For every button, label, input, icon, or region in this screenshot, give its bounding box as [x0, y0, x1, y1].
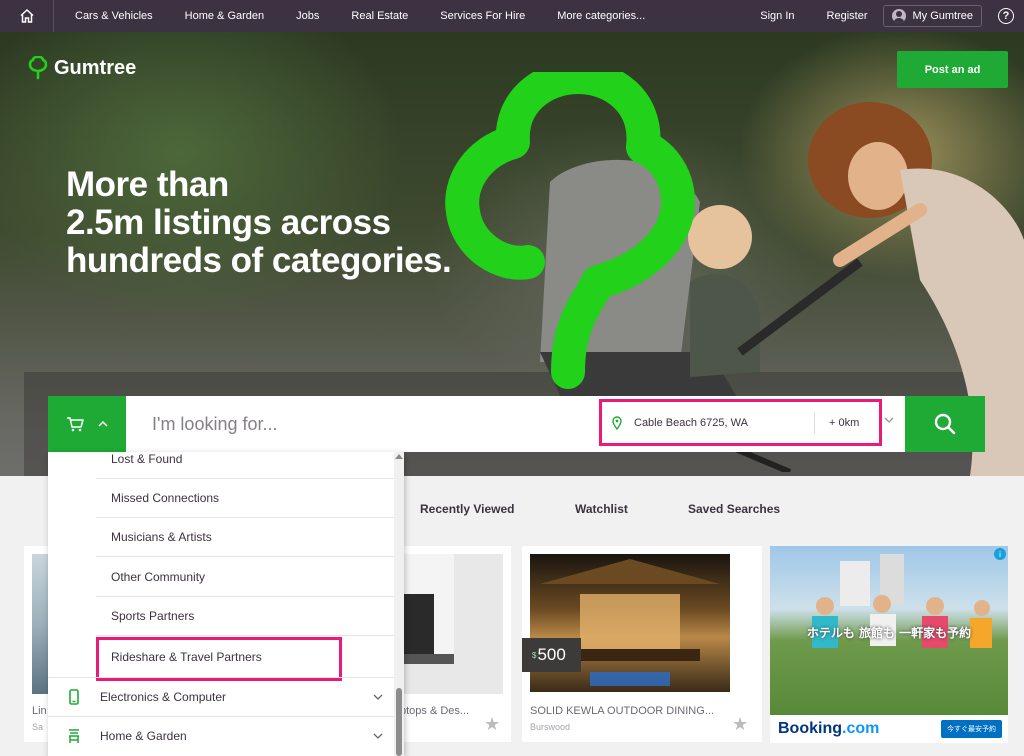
category-selector-button[interactable]	[48, 396, 126, 452]
category-electronics-computer[interactable]: Electronics & Computer	[48, 677, 394, 716]
category-label: Electronics & Computer	[100, 690, 227, 704]
listing-card-3[interactable]: $ 500 SOLID KEWLA OUTDOOR DINING... Burs…	[522, 546, 762, 742]
booking-brand-tld: .com	[842, 720, 880, 737]
listing-title: ptops & Des...	[400, 705, 470, 717]
price-tag: $ 500	[522, 638, 581, 672]
headline-line-2: 2.5m listings across	[66, 203, 391, 242]
search-bar: Cable Beach 6725, WA + 0km	[48, 396, 985, 452]
garden-chair-icon	[69, 729, 79, 743]
price-value: 500	[537, 645, 566, 664]
gumtree-logo[interactable]: Gumtree	[28, 56, 136, 80]
nav-link-jobs[interactable]: Jobs	[280, 10, 335, 22]
location-separator	[814, 411, 815, 434]
sign-in-link[interactable]: Sign In	[744, 10, 810, 22]
location-field[interactable]: Cable Beach 6725, WA + 0km	[599, 399, 882, 446]
listing-card-2[interactable]: ptops & Des... ★	[400, 546, 511, 742]
chevron-down-icon	[373, 694, 383, 700]
user-avatar-icon	[892, 9, 907, 23]
ad-footer: Booking.com 今すぐ最安予約	[770, 715, 1008, 743]
register-link[interactable]: Register	[811, 10, 876, 22]
top-nav: Cars & Vehicles Home & Garden Jobs Real …	[0, 0, 1024, 32]
headline-line-3: hundreds of categories.	[66, 241, 452, 280]
category-home-garden[interactable]: Home & Garden	[48, 716, 394, 755]
category-dropdown: Lost & Found Missed Connections Musician…	[48, 452, 404, 756]
shopping-cart-icon	[67, 417, 84, 432]
listing-image	[404, 554, 503, 694]
listing-location: Burswood	[530, 722, 571, 732]
search-icon	[934, 413, 956, 435]
my-gumtree-button[interactable]: My Gumtree	[883, 5, 982, 27]
radius-selector[interactable]: + 0km	[829, 417, 859, 429]
subcategory-missed-connections[interactable]: Missed Connections	[96, 479, 394, 518]
nav-link-more-categories[interactable]: More categories...	[541, 10, 661, 22]
watchlist-star-icon[interactable]: ★	[732, 714, 748, 735]
ad-cta-button[interactable]: 今すぐ最安予約	[941, 720, 1002, 738]
gumtree-logo-icon	[28, 56, 48, 80]
phone-icon	[69, 689, 79, 705]
tab-recently-viewed[interactable]: Recently Viewed	[420, 502, 515, 516]
listing-title: SOLID KEWLA OUTDOOR DINING...	[530, 705, 714, 717]
chevron-down-icon[interactable]	[884, 416, 894, 424]
subcategory-rideshare-travel[interactable]: Rideshare & Travel Partners	[96, 637, 394, 676]
home-icon	[19, 8, 34, 23]
chevron-down-icon	[373, 733, 383, 739]
ad-tagline: ホテルも 旅館も 一軒家も予約	[806, 626, 972, 640]
search-button[interactable]	[905, 396, 985, 452]
search-input[interactable]	[126, 396, 596, 452]
tab-saved-searches[interactable]: Saved Searches	[688, 502, 780, 516]
chevron-up-icon	[98, 420, 108, 427]
location-pin-icon	[612, 415, 622, 430]
dropdown-scrollbar[interactable]	[394, 452, 404, 756]
subcategory-sports-partners[interactable]: Sports Partners	[96, 597, 394, 636]
watchlist-star-icon[interactable]: ★	[484, 714, 500, 735]
gumtree-logo-text: Gumtree	[54, 56, 137, 79]
nav-link-real-estate[interactable]: Real Estate	[335, 10, 424, 22]
tab-watchlist[interactable]: Watchlist	[575, 502, 628, 516]
booking-brand-main: Booking	[778, 720, 842, 737]
listing-title: Lin	[32, 705, 47, 717]
nav-right: Sign In Register My Gumtree ?	[744, 0, 1024, 32]
laptop-photo	[404, 554, 454, 664]
hero-headline: More than 2.5m listings across hundreds …	[66, 166, 586, 280]
category-label: Home & Garden	[100, 729, 187, 743]
home-button[interactable]	[0, 0, 54, 32]
subcategory-musicians-artists[interactable]: Musicians & Artists	[96, 518, 394, 557]
booking-ad[interactable]: i ホテルも 旅館も 一軒家も予約 Booking.com 今すぐ最安予約	[770, 546, 1008, 743]
subcategory-lost-found[interactable]: Lost & Found	[96, 452, 394, 479]
scroll-up-arrow-icon[interactable]	[395, 454, 403, 459]
booking-logo: Booking.com	[778, 720, 879, 738]
listing-location: Sa	[32, 722, 44, 732]
help-icon[interactable]: ?	[998, 8, 1014, 24]
my-gumtree-label: My Gumtree	[912, 10, 973, 22]
location-text: Cable Beach 6725, WA	[634, 416, 748, 429]
nav-link-services[interactable]: Services For Hire	[424, 10, 541, 22]
nav-link-home-garden[interactable]: Home & Garden	[169, 10, 280, 22]
scroll-thumb[interactable]	[396, 688, 402, 756]
price-currency: $	[532, 650, 537, 660]
subcategory-other-community[interactable]: Other Community	[96, 558, 394, 597]
headline-line-1: More than	[66, 165, 229, 204]
nav-link-cars-vehicles[interactable]: Cars & Vehicles	[54, 10, 169, 22]
post-ad-button[interactable]: Post an ad	[897, 51, 1008, 88]
